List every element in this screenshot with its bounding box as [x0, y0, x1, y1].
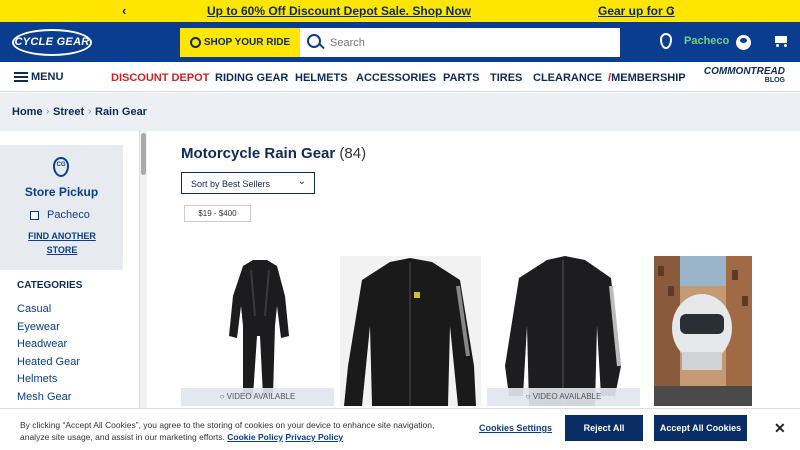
main-nav: MENU DISCOUNT DEPOT RIDING GEAR HELMETS … — [0, 62, 800, 92]
page-title-text: Motorcycle Rain Gear — [181, 145, 336, 162]
menu-button[interactable]: MENU — [14, 71, 63, 83]
product-image-rain-suit[interactable] — [181, 256, 334, 406]
chevron-down-icon: ⌄ — [297, 176, 306, 187]
cart-icon[interactable] — [773, 34, 789, 47]
chevron-left-icon[interactable]: ‹ — [122, 3, 126, 18]
search-bar — [300, 28, 620, 57]
promo-bar: ‹ Up to 60% Off Discount Depot Sale. Sho… — [0, 0, 800, 22]
breadcrumb-rain-gear: Rain Gear — [95, 106, 147, 118]
store-pickup-checkbox[interactable]: Pacheco — [30, 209, 90, 221]
video-available-badge: ○ VIDEO AVAILABLE — [487, 388, 640, 406]
account-icon[interactable] — [736, 35, 751, 50]
scrollbar-thumb[interactable] — [141, 133, 146, 175]
reject-all-button[interactable]: Reject All — [565, 415, 643, 441]
categories-title: CATEGORIES — [17, 280, 83, 291]
site-header: CYCLE GEAR SHOP YOUR RIDE Pacheco — [0, 22, 800, 62]
category-headwear[interactable]: Headwear — [17, 338, 80, 356]
nav-riding-gear[interactable]: RIDING GEAR — [215, 72, 288, 84]
breadcrumb: Home › Street › Rain Gear — [0, 93, 800, 131]
chevron-right-icon: › — [88, 106, 92, 117]
nav-clearance[interactable]: CLEARANCE — [533, 72, 602, 84]
store-option-label: Pacheco — [47, 209, 90, 221]
cycle-gear-logo[interactable]: CYCLE GEAR — [12, 29, 92, 56]
store-pickup-panel: CG Store Pickup Pacheco FIND ANOTHER STO… — [0, 145, 123, 270]
sort-dropdown[interactable]: Sort by Best Sellers ⌄ — [181, 172, 315, 194]
video-available-badge: ○ VIDEO AVAILABLE — [181, 388, 334, 406]
store-name: Pacheco — [684, 35, 730, 47]
category-casual[interactable]: Casual — [17, 303, 80, 321]
motorcycle-icon — [189, 37, 201, 48]
cookie-policy-link[interactable]: Cookie Policy — [227, 432, 283, 442]
product-card[interactable] — [654, 256, 752, 406]
search-input[interactable] — [330, 36, 610, 49]
store-selector[interactable]: Pacheco — [660, 33, 729, 49]
product-card[interactable]: ○ VIDEO AVAILABLE — [487, 256, 640, 406]
promo-next-message[interactable]: Gear up for C — [598, 4, 675, 18]
category-mesh-gear[interactable]: Mesh Gear — [17, 391, 80, 409]
cookie-banner: By clicking “Accept All Cookies”, you ag… — [0, 408, 800, 450]
commontread-label: COMMONTREAD — [703, 66, 785, 77]
category-helmets[interactable]: Helmets — [17, 373, 80, 391]
nav-membership[interactable]: /MEMBERSHIP — [608, 72, 686, 84]
store-location-icon: CG — [53, 157, 69, 177]
close-icon[interactable]: ✕ — [774, 420, 786, 437]
hamburger-icon — [14, 72, 28, 82]
video-badge-label: VIDEO AVAILABLE — [226, 392, 296, 401]
nav-discount-depot[interactable]: DISCOUNT DEPOT — [111, 72, 209, 84]
product-card[interactable] — [340, 256, 481, 406]
product-image-rain-jacket[interactable] — [340, 256, 481, 406]
accept-all-cookies-button[interactable]: Accept All Cookies — [654, 415, 747, 441]
store-pin-icon — [660, 33, 672, 49]
sort-value: Sort by Best Sellers — [191, 179, 271, 189]
shop-your-ride-button[interactable]: SHOP YOUR RIDE — [180, 28, 300, 57]
category-eyewear[interactable]: Eyewear — [17, 321, 80, 339]
category-heated-gear[interactable]: Heated Gear — [17, 356, 80, 374]
nav-helmets[interactable]: HELMETS — [295, 72, 348, 84]
nav-parts[interactable]: PARTS — [443, 72, 479, 84]
sidebar-scrollbar[interactable] — [139, 131, 147, 410]
nav-tires[interactable]: TIRES — [490, 72, 522, 84]
product-image-helmet[interactable] — [654, 256, 752, 406]
shop-your-ride-label: SHOP YOUR RIDE — [203, 37, 291, 48]
product-image-reflective-jacket[interactable] — [487, 256, 640, 406]
price-filter-chip[interactable]: $19 - $400 — [184, 205, 251, 222]
breadcrumb-home[interactable]: Home — [12, 106, 43, 118]
result-count: (84) — [339, 145, 367, 162]
membership-label: MEMBERSHIP — [611, 72, 686, 84]
chevron-right-icon[interactable]: › — [670, 3, 674, 18]
nav-accessories[interactable]: ACCESSORIES — [356, 72, 436, 84]
chevron-right-icon: › — [46, 106, 50, 117]
commontread-blog-link[interactable]: COMMONTREAD BLOG — [697, 67, 785, 85]
cookie-settings-button[interactable]: Cookies Settings — [479, 423, 552, 433]
menu-label: MENU — [31, 71, 64, 83]
privacy-policy-link[interactable]: Privacy Policy — [285, 432, 343, 442]
promo-message[interactable]: Up to 60% Off Discount Depot Sale. Shop … — [207, 4, 471, 18]
blog-label: BLOG — [764, 77, 785, 84]
checkbox-icon[interactable] — [30, 210, 39, 220]
category-list: Casual Eyewear Headwear Heated Gear Helm… — [17, 303, 80, 408]
cookie-text: By clicking “Accept All Cookies”, you ag… — [20, 419, 440, 443]
video-badge-label: VIDEO AVAILABLE — [532, 392, 602, 401]
store-pickup-title: Store Pickup — [24, 185, 99, 199]
product-card[interactable]: ○ VIDEO AVAILABLE — [181, 256, 334, 406]
search-icon[interactable] — [300, 28, 330, 57]
breadcrumb-street[interactable]: Street — [53, 106, 84, 118]
find-another-store-link[interactable]: FIND ANOTHER STORE — [20, 229, 104, 257]
page-title: Motorcycle Rain Gear (84) — [181, 145, 366, 162]
